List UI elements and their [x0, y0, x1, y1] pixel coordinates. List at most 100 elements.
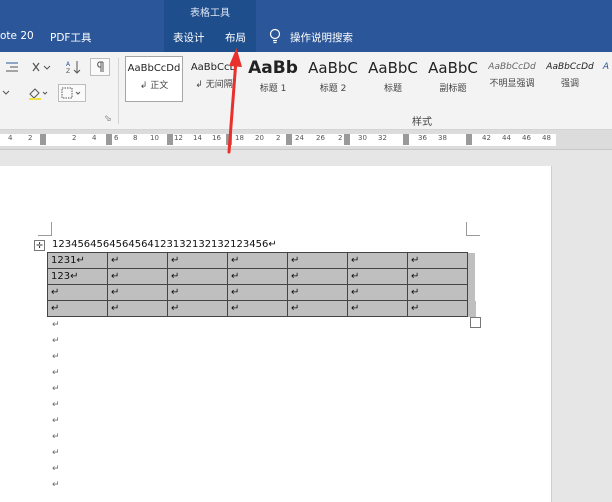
table-cell[interactable]: ↵ — [287, 300, 348, 317]
table-cell[interactable]: ↵ — [287, 268, 348, 285]
ruler-number: 36 — [418, 134, 427, 142]
table-move-handle[interactable]: ✛ — [34, 240, 45, 251]
table-cell[interactable]: ↵ — [107, 300, 168, 317]
paragraph-dialog-launcher[interactable]: ⬂ — [104, 114, 112, 124]
table-cell[interactable]: ↵ — [407, 268, 468, 285]
style-subtitle[interactable]: AaBbC 副标题 — [424, 56, 482, 102]
paragraph-mark[interactable]: ↵ — [52, 464, 60, 474]
ruler-number: 12 — [174, 134, 183, 142]
paragraph-mark[interactable]: ↵ — [52, 416, 60, 426]
style-next-partial[interactable]: A — [600, 56, 612, 102]
tab-layout[interactable]: 布局 — [225, 30, 246, 45]
tab-table-design[interactable]: 表设计 — [173, 30, 205, 45]
indent-icon[interactable] — [2, 58, 22, 76]
table-resize-handle[interactable] — [470, 317, 481, 328]
paragraph-mark[interactable]: ↵ — [52, 432, 60, 442]
table-cell[interactable]: ↵ — [407, 252, 468, 269]
paragraph-mark[interactable]: ↵ — [52, 400, 60, 410]
style-heading-2[interactable]: AaBbC 标题 2 — [304, 56, 362, 102]
style-name: 标题 — [383, 84, 402, 94]
ruler-column-marker[interactable] — [344, 134, 350, 145]
style-emphasis[interactable]: AaBbCcDd 强调 — [541, 56, 599, 102]
paragraph-mark[interactable]: ↵ — [52, 384, 60, 394]
style-sample: AaBbC — [368, 59, 418, 77]
table-cell[interactable]: 1231↵ — [47, 252, 108, 269]
row-end-mark — [467, 268, 476, 285]
ruler-number: 48 — [542, 134, 551, 142]
ruler-number: 16 — [212, 134, 221, 142]
ruler-number: 10 — [150, 134, 159, 142]
ruler-number: 4 — [92, 134, 97, 142]
table-cell[interactable]: ↵ — [407, 284, 468, 301]
style-subtle-emphasis[interactable]: AaBbCcDd 不明显强调 — [483, 56, 541, 102]
table-cell[interactable]: ↵ — [227, 268, 288, 285]
table-cell[interactable]: ↵ — [107, 268, 168, 285]
table-cell[interactable]: ↵ — [167, 300, 228, 317]
table-cell[interactable]: ↵ — [347, 268, 408, 285]
table-cell[interactable]: ↵ — [227, 284, 288, 301]
ruler-column-marker[interactable] — [106, 134, 112, 145]
paragraph-mark[interactable]: ↵ — [52, 448, 60, 458]
style-no-spacing[interactable]: AaBbCcD ↲ 无间隔 — [185, 56, 243, 102]
lightbulb-icon[interactable] — [268, 28, 282, 44]
tab-pdf-tools[interactable]: PDF工具 — [50, 30, 91, 45]
chevron-down-icon[interactable] — [0, 84, 12, 102]
table-cell[interactable]: ↵ — [107, 252, 168, 269]
table-cell[interactable]: ↵ — [347, 300, 408, 317]
tell-me-search[interactable]: 操作说明搜索 — [290, 30, 353, 45]
ruler-column-marker[interactable] — [286, 134, 292, 145]
row-end-mark — [467, 300, 476, 317]
table-cell[interactable]: ↵ — [167, 284, 228, 301]
table-cell[interactable]: ↵ — [347, 284, 408, 301]
style-heading-1[interactable]: AaBb 标题 1 — [244, 56, 302, 102]
table-cell[interactable]: ↵ — [227, 300, 288, 317]
ruler-number: 24 — [295, 134, 304, 142]
paragraph-mark[interactable]: ↵ — [52, 336, 60, 346]
paragraph-mark[interactable]: ↵ — [52, 368, 60, 378]
table-cell[interactable]: ↵ — [287, 252, 348, 269]
row-end-mark — [467, 252, 476, 269]
sort-icon[interactable]: AZ — [62, 58, 84, 76]
ruler-indent-marker[interactable] — [40, 134, 46, 145]
table-cell[interactable]: ↵ — [47, 284, 108, 301]
ribbon: AZ ⬂ AaBbCcDd ↲ 正文 AaBbCcD ↲ 无间隔 AaBb 标题… — [0, 52, 612, 130]
ruler-column-marker[interactable] — [226, 134, 232, 145]
ruler-column-marker[interactable] — [167, 134, 173, 145]
style-name: 标题 1 — [259, 84, 287, 94]
style-title[interactable]: AaBbC 标题 — [364, 56, 422, 102]
ruler-number: 2 — [276, 134, 281, 142]
ruler-number: 26 — [316, 134, 325, 142]
ruler-number: 18 — [235, 134, 244, 142]
table-cell[interactable]: ↵ — [107, 284, 168, 301]
paragraph-mark[interactable]: ↵ — [52, 352, 60, 362]
ruler-column-marker[interactable] — [466, 134, 472, 145]
style-normal[interactable]: AaBbCcDd ↲ 正文 — [125, 56, 183, 102]
table-cell[interactable]: ↵ — [347, 252, 408, 269]
ruler-column-marker[interactable] — [403, 134, 409, 145]
ruler-number: 2 — [338, 134, 343, 142]
text-line[interactable]: 1234564564564564123132132132123456↵ — [52, 239, 277, 250]
ruler-number: 14 — [193, 134, 202, 142]
table-cell[interactable]: ↵ — [167, 268, 228, 285]
paragraph-mark[interactable]: ↵ — [52, 480, 60, 490]
borders-icon[interactable] — [58, 84, 86, 102]
word-table[interactable]: 1231↵ ↵ ↵ ↵ ↵ ↵ ↵ 123↵ ↵ ↵ ↵ ↵ ↵ ↵ ↵ ↵ ↵… — [47, 252, 476, 317]
table-cell[interactable]: ↵ — [287, 284, 348, 301]
document-page[interactable]: ✛ 1234564564564564123132132132123456↵ 12… — [0, 166, 552, 502]
table-cell[interactable]: ↵ — [227, 252, 288, 269]
shading-icon[interactable] — [24, 84, 52, 102]
ruler-number: 8 — [133, 134, 138, 142]
style-sample: AaBbCcDd — [127, 63, 181, 74]
table-row: 1231↵ ↵ ↵ ↵ ↵ ↵ ↵ — [47, 252, 476, 269]
chinese-layout-icon[interactable] — [28, 58, 54, 76]
show-marks-icon[interactable] — [90, 58, 110, 76]
table-cell[interactable]: ↵ — [167, 252, 228, 269]
style-name: 强调 — [560, 79, 579, 89]
paragraph-mark[interactable]: ↵ — [52, 320, 60, 330]
style-name: 不明显强调 — [489, 79, 535, 89]
tab-onenote-partial[interactable]: ote 20 — [0, 30, 34, 42]
table-cell[interactable]: 123↵ — [47, 268, 108, 285]
table-cell[interactable]: ↵ — [407, 300, 468, 317]
horizontal-ruler[interactable]: 4 2 2 4 6 8 10 12 14 16 18 20 2 24 26 2 … — [0, 130, 612, 150]
table-cell[interactable]: ↵ — [47, 300, 108, 317]
